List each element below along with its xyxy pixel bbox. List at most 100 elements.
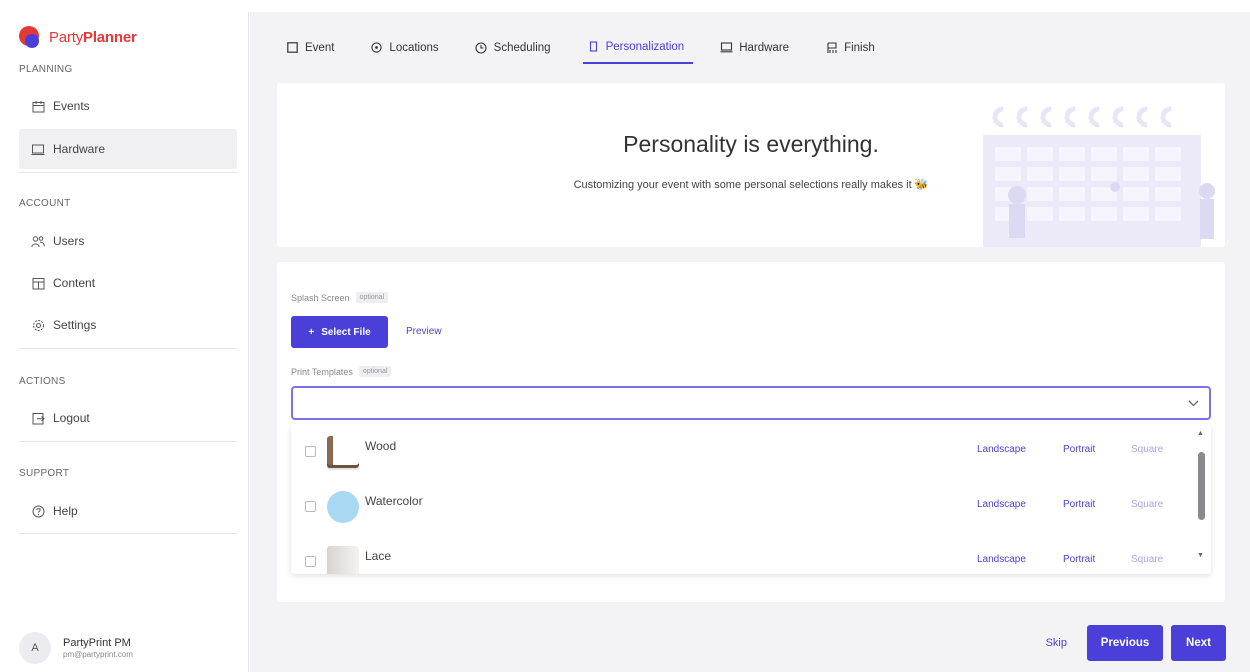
tab-label: Event: [305, 41, 335, 54]
calendar-illustration: [983, 106, 1215, 247]
chevron-down-icon: [1188, 396, 1199, 410]
laptop-icon: [720, 41, 733, 54]
sidebar-item-hardware[interactable]: Hardware: [19, 129, 237, 169]
sidebar-item-content[interactable]: Content: [19, 263, 237, 303]
button-label: Select File: [321, 326, 371, 338]
template-name: Wood: [365, 439, 397, 453]
square-icon: [587, 40, 600, 53]
preview-link[interactable]: Preview: [406, 326, 442, 337]
square-link[interactable]: Square: [1131, 499, 1163, 510]
personalization-form: Splash Screen optional + Select File Pre…: [277, 262, 1225, 602]
wizard-tabs: Event Locations Scheduling Personalizati…: [282, 38, 907, 64]
tab-hardware[interactable]: Hardware: [716, 38, 798, 64]
square-link[interactable]: Square: [1131, 554, 1163, 565]
next-button[interactable]: Next: [1171, 625, 1226, 661]
clock-icon: [475, 41, 488, 54]
logo[interactable]: PartyPlanner: [19, 26, 137, 48]
tab-label: Hardware: [739, 41, 790, 54]
sidebar-item-help[interactable]: Help: [19, 491, 237, 531]
portrait-link[interactable]: Portrait: [1063, 554, 1095, 565]
sidebar-item-label: Hardware: [53, 142, 106, 156]
calendar-icon: [31, 99, 45, 113]
splash-screen-label: Splash Screen optional: [291, 292, 389, 303]
tab-locations[interactable]: Locations: [366, 38, 447, 64]
sidebar-item-users[interactable]: Users: [19, 221, 237, 261]
sidebar-item-label: Users: [53, 234, 85, 248]
user-name: PartyPrint PM: [63, 637, 131, 649]
sidebar-item-label: Settings: [53, 318, 97, 332]
tab-label: Scheduling: [493, 41, 551, 54]
template-checkbox[interactable]: [305, 501, 316, 512]
list-item[interactable]: Lace Landscape Portrait Square: [291, 534, 1191, 574]
sidebar-item-logout[interactable]: Logout: [19, 398, 237, 438]
tab-label: Finish: [844, 41, 875, 54]
help-icon: [31, 504, 45, 518]
tab-scheduling[interactable]: Scheduling: [471, 38, 560, 64]
square-icon: [286, 41, 299, 54]
tab-event[interactable]: Event: [282, 38, 343, 64]
scroll-thumb[interactable]: [1198, 452, 1205, 520]
scrollbar[interactable]: ▲ ▼: [1195, 430, 1207, 568]
divider: [19, 172, 237, 173]
content-icon: [31, 276, 45, 290]
template-name: Lace: [365, 549, 392, 563]
section-label-support: SUPPORT: [19, 468, 70, 479]
scroll-down-icon[interactable]: ▼: [1197, 552, 1204, 559]
hero-subtitle: Customizing your event with some persona…: [573, 179, 929, 191]
sidebar-item-label: Content: [53, 276, 96, 290]
sidebar-item-settings[interactable]: Settings: [19, 305, 237, 345]
template-thumbnail: [327, 491, 359, 523]
sidebar: PartyPlanner PLANNING Events Hardware AC…: [9, 12, 249, 672]
template-thumbnail: [327, 546, 359, 574]
avatar: A: [19, 632, 51, 664]
section-label-planning: PLANNING: [19, 64, 73, 75]
tab-personalization[interactable]: Personalization: [582, 38, 694, 64]
gear-icon: [31, 318, 45, 332]
section-label-actions: ACTIONS: [19, 376, 66, 387]
skip-button[interactable]: Skip: [1046, 637, 1067, 649]
logout-icon: [31, 411, 45, 425]
sidebar-item-label: Logout: [53, 411, 90, 425]
portrait-link[interactable]: Portrait: [1063, 499, 1095, 510]
flag-icon: [825, 41, 838, 54]
sidebar-item-label: Help: [53, 504, 78, 518]
print-templates-select[interactable]: [291, 386, 1211, 420]
tab-label: Locations: [389, 41, 439, 54]
tab-finish[interactable]: Finish: [821, 38, 884, 64]
sidebar-item-label: Events: [53, 99, 90, 113]
list-item[interactable]: Wood Landscape Portrait Square: [291, 424, 1191, 479]
landscape-link[interactable]: Landscape: [977, 499, 1026, 510]
template-checkbox[interactable]: [305, 556, 316, 567]
tab-label: Personalization: [605, 40, 685, 53]
optional-badge: optional: [358, 366, 392, 377]
portrait-link[interactable]: Portrait: [1063, 444, 1095, 455]
user-email: pm@partyprint.com: [63, 650, 133, 659]
landscape-link[interactable]: Landscape: [977, 554, 1026, 565]
template-thumbnail: [327, 436, 359, 468]
hero-banner: Personality is everything. Customizing y…: [277, 83, 1225, 247]
square-link[interactable]: Square: [1131, 444, 1163, 455]
section-label-account: ACCOUNT: [19, 198, 71, 209]
list-item[interactable]: Watercolor Landscape Portrait Square: [291, 479, 1191, 534]
users-icon: [31, 234, 45, 248]
sidebar-item-events[interactable]: Events: [19, 86, 237, 126]
main-content: Event Locations Scheduling Personalizati…: [250, 12, 1250, 672]
pin-icon: [370, 41, 383, 54]
select-file-button[interactable]: + Select File: [291, 316, 388, 348]
template-checkbox[interactable]: [305, 446, 316, 457]
scroll-up-icon[interactable]: ▲: [1197, 430, 1204, 437]
print-templates-label: Print Templates optional: [291, 366, 392, 377]
plus-icon: +: [308, 326, 315, 338]
hero-title: Personality is everything.: [623, 131, 879, 157]
divider: [19, 441, 237, 442]
landscape-link[interactable]: Landscape: [977, 444, 1026, 455]
brand-name: PartyPlanner: [49, 28, 137, 46]
user-card[interactable]: A PartyPrint PM pm@partyprint.com: [19, 632, 133, 664]
previous-button[interactable]: Previous: [1087, 625, 1163, 661]
divider: [19, 348, 237, 349]
optional-badge: optional: [355, 292, 389, 303]
wizard-footer: Skip Previous Next: [1046, 625, 1226, 661]
templates-dropdown: Wood Landscape Portrait Square Watercolo…: [291, 424, 1211, 574]
template-name: Watercolor: [365, 494, 423, 508]
logo-icon: [19, 26, 43, 48]
